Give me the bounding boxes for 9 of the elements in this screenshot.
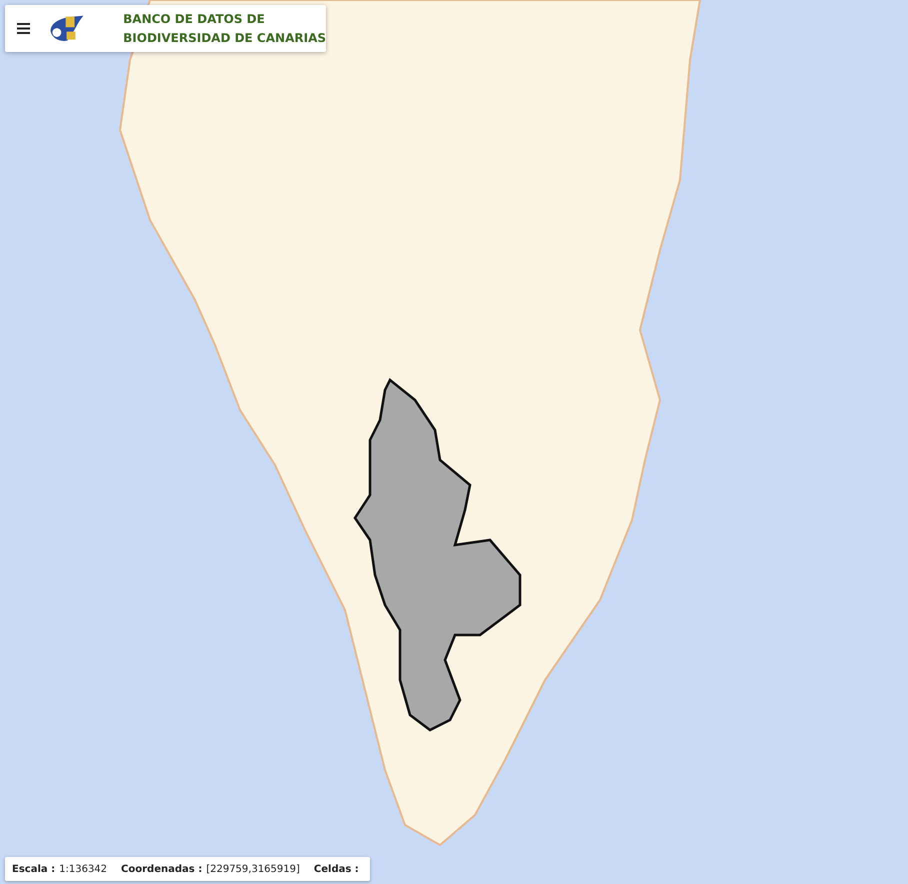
status-value: [229759,3165919]	[206, 864, 300, 874]
menu-icon	[17, 23, 30, 34]
app-title: BIODIVERSIDAD DE CANARIAS	[123, 30, 326, 46]
status-value: 1:136342	[59, 864, 108, 874]
burned-area-polygon[interactable]	[354, 378, 522, 732]
status-label: Celdas :	[314, 864, 359, 874]
app-title: BANCO DE DATOS DE	[123, 10, 266, 28]
status-label: Coordenadas :	[121, 864, 202, 874]
status-label: Escala :	[12, 864, 56, 874]
